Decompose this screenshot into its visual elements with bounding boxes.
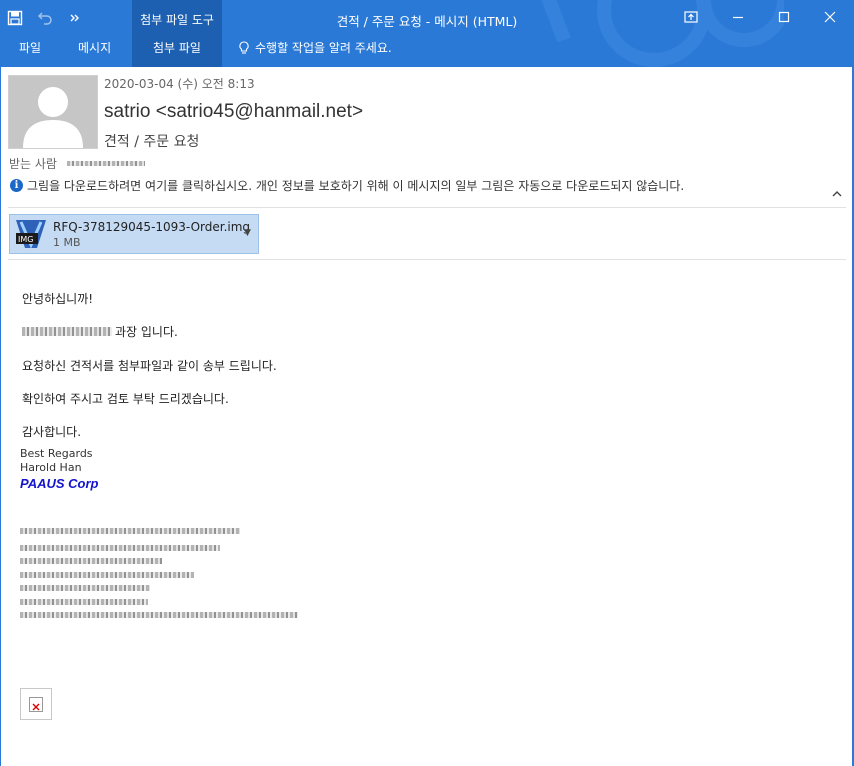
lightbulb-icon <box>239 40 249 54</box>
message-subject: 견적 / 주문 요청 <box>104 134 200 150</box>
tell-me-text: 수행할 작업을 알려 주세요. <box>255 41 392 55</box>
to-label: 받는 사람 <box>9 157 57 171</box>
attachment-chip[interactable]: IMG RFQ-378129045-1093-Order.img 1 MB ▼ <box>9 214 259 254</box>
title-bar: 첨부 파일 도구 첨부 파일 견적 / 주문 요청 - 메시지 (HTML) 파… <box>0 0 854 67</box>
attachment-size: 1 MB <box>53 236 81 249</box>
infobar-text: 그림을 다운로드하려면 여기를 클릭하십시오. 개인 정보를 보호하기 위해 이… <box>27 179 685 193</box>
attachment-divider <box>8 259 846 260</box>
address-line <box>20 558 162 564</box>
address-line <box>20 545 220 551</box>
body-line-review: 확인하여 주시고 검토 부탁 드리겠습니다. <box>22 392 229 406</box>
download-pictures-infobar[interactable]: i 그림을 다운로드하려면 여기를 클릭하십시오. 개인 정보를 보호하기 위해… <box>10 177 684 194</box>
address-line <box>20 599 148 605</box>
collapse-header-icon[interactable] <box>830 187 844 201</box>
body-intro-line: 과장 입니다. <box>22 323 178 340</box>
header-divider <box>8 207 846 208</box>
body-line-thanks: 감사합니다. <box>22 425 82 439</box>
image-file-icon: IMG <box>16 220 46 249</box>
sender-address[interactable]: satrio <satrio45@hanmail.net> <box>104 101 363 123</box>
minimize-icon[interactable] <box>715 0 761 34</box>
redacted-name <box>22 327 112 336</box>
address-line <box>20 585 150 591</box>
undo-icon[interactable] <box>30 1 60 35</box>
save-icon[interactable] <box>0 1 30 35</box>
signature-name: Harold Han <box>20 461 82 474</box>
body-line-quote: 요청하신 견적서를 첨부파일과 같이 송부 드립니다. <box>22 359 277 373</box>
signature-regards: Best Regards <box>20 447 93 460</box>
address-line <box>20 612 298 618</box>
quick-access-toolbar <box>0 0 90 36</box>
close-icon[interactable] <box>807 0 853 34</box>
signature-company: PAAUS Corp <box>20 476 99 491</box>
broken-image-icon <box>29 697 43 712</box>
chevron-down-icon[interactable]: ▼ <box>244 228 251 238</box>
tab-attachment[interactable]: 첨부 파일 <box>132 39 222 56</box>
sent-date: 2020-03-04 (수) 오전 8:13 <box>104 77 255 91</box>
info-icon: i <box>10 179 23 192</box>
restore-ribbon-icon[interactable] <box>668 0 714 34</box>
more-icon[interactable] <box>60 1 90 35</box>
tab-message[interactable]: 메시지 <box>78 39 111 56</box>
recipient-redacted[interactable] <box>66 161 145 166</box>
attachment-tools-context: 첨부 파일 도구 첨부 파일 <box>132 0 222 67</box>
attachment-name: RFQ-378129045-1093-Order.img <box>53 220 251 234</box>
address-line <box>20 528 240 534</box>
context-group-title: 첨부 파일 도구 <box>140 13 214 27</box>
recipient-row: 받는 사람 <box>9 155 145 172</box>
broken-image-placeholder[interactable] <box>20 688 52 720</box>
window-border-left <box>0 67 1 766</box>
tell-me-search[interactable]: 수행할 작업을 알려 주세요. <box>238 39 392 56</box>
file-type-label: IMG <box>18 235 33 244</box>
body-greeting: 안녕하십니까! <box>22 292 94 306</box>
tab-file[interactable]: 파일 <box>19 39 41 56</box>
maximize-icon[interactable] <box>761 0 807 34</box>
address-line <box>20 572 194 578</box>
body-intro-text: 과장 입니다. <box>115 325 178 339</box>
sender-avatar <box>8 75 98 149</box>
window-title: 견적 / 주문 요청 - 메시지 (HTML) <box>336 14 518 29</box>
